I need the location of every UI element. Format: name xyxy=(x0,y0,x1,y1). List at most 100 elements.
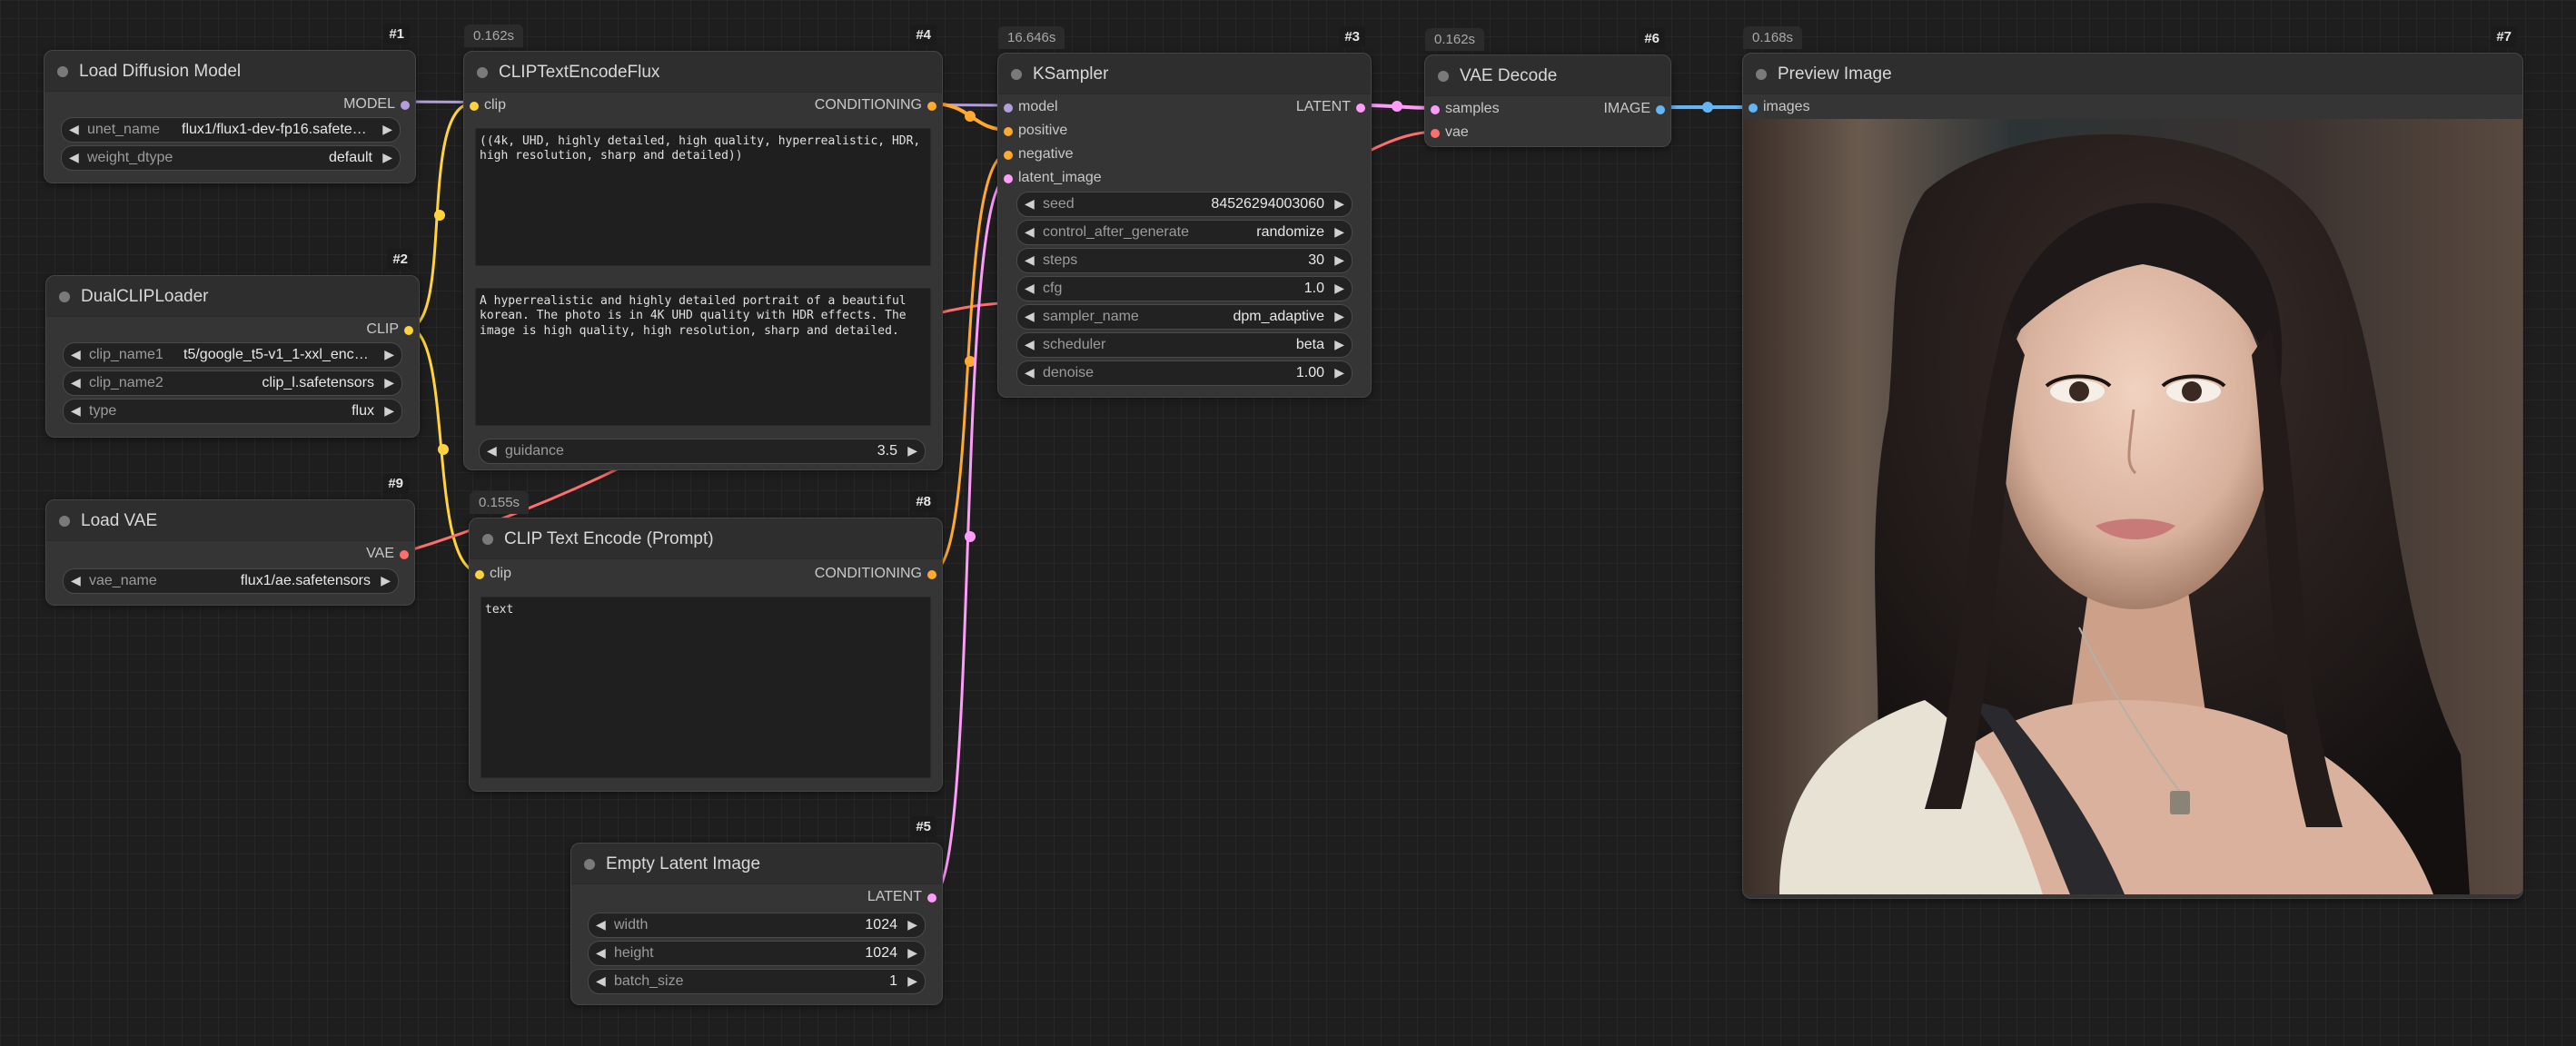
widget-clip-name1[interactable]: ◀ clip_name1 t5/google_t5-v1_1-xxl_enco…… xyxy=(63,342,402,368)
arrow-right-icon[interactable]: ▶ xyxy=(1334,281,1344,296)
node-load-vae[interactable]: #9 Load VAE VAE ◀ vae_name flux1/ae.safe… xyxy=(45,473,415,606)
input-dot-icon[interactable] xyxy=(1004,174,1013,183)
arrow-left-icon[interactable]: ◀ xyxy=(71,403,81,419)
arrow-left-icon[interactable]: ◀ xyxy=(71,375,81,390)
arrow-right-icon[interactable]: ▶ xyxy=(1334,252,1344,268)
widget-sampler-name[interactable]: ◀ sampler_name dpm_adaptive ▶ xyxy=(1016,304,1352,330)
arrow-left-icon[interactable]: ◀ xyxy=(1025,224,1035,240)
input-clip[interactable]: clip xyxy=(464,97,506,113)
widget-seed[interactable]: ◀ seed 84526294003060 ▶ xyxy=(1016,192,1352,217)
output-latent[interactable]: LATENT xyxy=(867,889,942,905)
node-ksampler[interactable]: 16.646s #3 KSampler model positive negat… xyxy=(997,26,1372,398)
collapse-dot-icon[interactable] xyxy=(57,66,68,77)
input-dot-icon[interactable] xyxy=(1004,127,1013,136)
output-latent[interactable]: LATENT xyxy=(1296,99,1371,115)
collapse-dot-icon[interactable] xyxy=(482,534,493,545)
output-conditioning[interactable]: CONDITIONING xyxy=(815,566,942,582)
node-empty-latent-image[interactable]: #5 Empty Latent Image LATENT ◀ width 102… xyxy=(570,816,943,1005)
arrow-right-icon[interactable]: ▶ xyxy=(907,973,917,989)
node-header[interactable]: Load VAE xyxy=(46,500,414,541)
collapse-dot-icon[interactable] xyxy=(584,859,595,870)
arrow-left-icon[interactable]: ◀ xyxy=(71,347,81,362)
node-header[interactable]: CLIP Text Encode (Prompt) xyxy=(470,518,942,559)
arrow-right-icon[interactable]: ▶ xyxy=(907,945,917,961)
arrow-left-icon[interactable]: ◀ xyxy=(71,573,81,588)
widget-batch-size[interactable]: ◀ batch_size 1 ▶ xyxy=(588,969,926,994)
output-dot-icon[interactable] xyxy=(404,326,413,335)
arrow-left-icon[interactable]: ◀ xyxy=(1025,252,1035,268)
input-clip[interactable]: clip xyxy=(470,566,511,582)
widget-unet-name[interactable]: ◀ unet_name flux1/flux1-dev-fp16.safeten… xyxy=(61,117,401,143)
widget-guidance[interactable]: ◀ guidance 3.5 ▶ xyxy=(479,439,926,464)
output-dot-icon[interactable] xyxy=(927,570,936,579)
widget-control-after-generate[interactable]: ◀ control_after_generate randomize ▶ xyxy=(1016,220,1352,245)
output-conditioning[interactable]: CONDITIONING xyxy=(815,97,942,113)
arrow-left-icon[interactable]: ◀ xyxy=(596,945,606,961)
widget-scheduler[interactable]: ◀ scheduler beta ▶ xyxy=(1016,332,1352,358)
arrow-right-icon[interactable]: ▶ xyxy=(384,375,394,390)
input-dot-icon[interactable] xyxy=(1004,104,1013,113)
arrow-right-icon[interactable]: ▶ xyxy=(1334,365,1344,380)
output-dot-icon[interactable] xyxy=(927,893,936,903)
widget-vae-name[interactable]: ◀ vae_name flux1/ae.safetensors ▶ xyxy=(63,568,399,594)
input-samples[interactable]: samples xyxy=(1425,101,1500,117)
output-image[interactable]: IMAGE xyxy=(1603,101,1670,117)
node-load-diffusion-model[interactable]: #1 Load Diffusion Model MODEL ◀ unet_nam… xyxy=(44,24,416,183)
widget-width[interactable]: ◀ width 1024 ▶ xyxy=(588,913,926,938)
node-clip-text-encode-prompt[interactable]: 0.155s #8 CLIP Text Encode (Prompt) clip… xyxy=(469,491,943,792)
input-images[interactable]: images xyxy=(1743,99,1810,115)
output-dot-icon[interactable] xyxy=(1656,105,1665,114)
arrow-right-icon[interactable]: ▶ xyxy=(382,122,392,137)
widget-steps[interactable]: ◀ steps 30 ▶ xyxy=(1016,248,1352,273)
collapse-dot-icon[interactable] xyxy=(1011,69,1022,80)
widget-cfg[interactable]: ◀ cfg 1.0 ▶ xyxy=(1016,276,1352,301)
widget-weight-dtype[interactable]: ◀ weight_dtype default ▶ xyxy=(61,145,401,171)
node-preview-image[interactable]: 0.168s #7 Preview Image images xyxy=(1742,26,2523,899)
node-clip-text-encode-flux[interactable]: 0.162s #4 CLIPTextEncodeFlux clip CONDIT… xyxy=(463,25,943,470)
input-dot-icon[interactable] xyxy=(470,102,479,111)
output-model[interactable]: MODEL xyxy=(343,96,415,113)
arrow-right-icon[interactable]: ▶ xyxy=(381,573,391,588)
arrow-right-icon[interactable]: ▶ xyxy=(907,443,917,459)
arrow-left-icon[interactable]: ◀ xyxy=(596,917,606,933)
widget-clip-name2[interactable]: ◀ clip_name2 clip_l.safetensors ▶ xyxy=(63,370,402,396)
node-vae-decode[interactable]: 0.162s #6 VAE Decode samples vae IMAGE xyxy=(1424,28,1671,147)
arrow-right-icon[interactable]: ▶ xyxy=(384,347,394,362)
input-latent-image[interactable]: latent_image xyxy=(998,170,1102,186)
arrow-left-icon[interactable]: ◀ xyxy=(1025,281,1035,296)
arrow-right-icon[interactable]: ▶ xyxy=(382,150,392,165)
node-dual-clip-loader[interactable]: #2 DualCLIPLoader CLIP ◀ clip_name1 t5/g… xyxy=(45,249,420,438)
arrow-right-icon[interactable]: ▶ xyxy=(907,917,917,933)
collapse-dot-icon[interactable] xyxy=(59,291,70,302)
arrow-right-icon[interactable]: ▶ xyxy=(1334,337,1344,352)
arrow-left-icon[interactable]: ◀ xyxy=(1025,365,1035,380)
input-dot-icon[interactable] xyxy=(1749,104,1758,113)
output-vae[interactable]: VAE xyxy=(366,546,414,562)
input-dot-icon[interactable] xyxy=(1004,151,1013,160)
arrow-left-icon[interactable]: ◀ xyxy=(1025,309,1035,324)
input-negative[interactable]: negative xyxy=(998,146,1074,163)
input-positive[interactable]: positive xyxy=(998,123,1067,139)
output-dot-icon[interactable] xyxy=(401,101,410,110)
generated-portrait-image[interactable] xyxy=(1743,119,2522,894)
collapse-dot-icon[interactable] xyxy=(59,516,70,527)
collapse-dot-icon[interactable] xyxy=(477,67,488,78)
output-dot-icon[interactable] xyxy=(1356,104,1365,113)
arrow-left-icon[interactable]: ◀ xyxy=(69,122,79,137)
collapse-dot-icon[interactable] xyxy=(1438,71,1449,82)
arrow-right-icon[interactable]: ▶ xyxy=(1334,196,1344,212)
clip-l-prompt-textarea[interactable]: ((4k, UHD, highly detailed, high quality… xyxy=(475,128,931,266)
arrow-left-icon[interactable]: ◀ xyxy=(1025,196,1035,212)
collapse-dot-icon[interactable] xyxy=(1756,69,1767,80)
arrow-right-icon[interactable]: ▶ xyxy=(1334,309,1344,324)
output-clip[interactable]: CLIP xyxy=(366,321,419,338)
widget-height[interactable]: ◀ height 1024 ▶ xyxy=(588,941,926,966)
node-header[interactable]: Preview Image xyxy=(1743,54,2522,94)
node-header[interactable]: DualCLIPLoader xyxy=(46,276,419,317)
arrow-right-icon[interactable]: ▶ xyxy=(1334,224,1344,240)
prompt-textarea[interactable]: text xyxy=(481,597,931,778)
node-header[interactable]: VAE Decode xyxy=(1425,55,1670,96)
arrow-left-icon[interactable]: ◀ xyxy=(596,973,606,989)
input-dot-icon[interactable] xyxy=(475,570,484,579)
output-dot-icon[interactable] xyxy=(927,102,936,111)
